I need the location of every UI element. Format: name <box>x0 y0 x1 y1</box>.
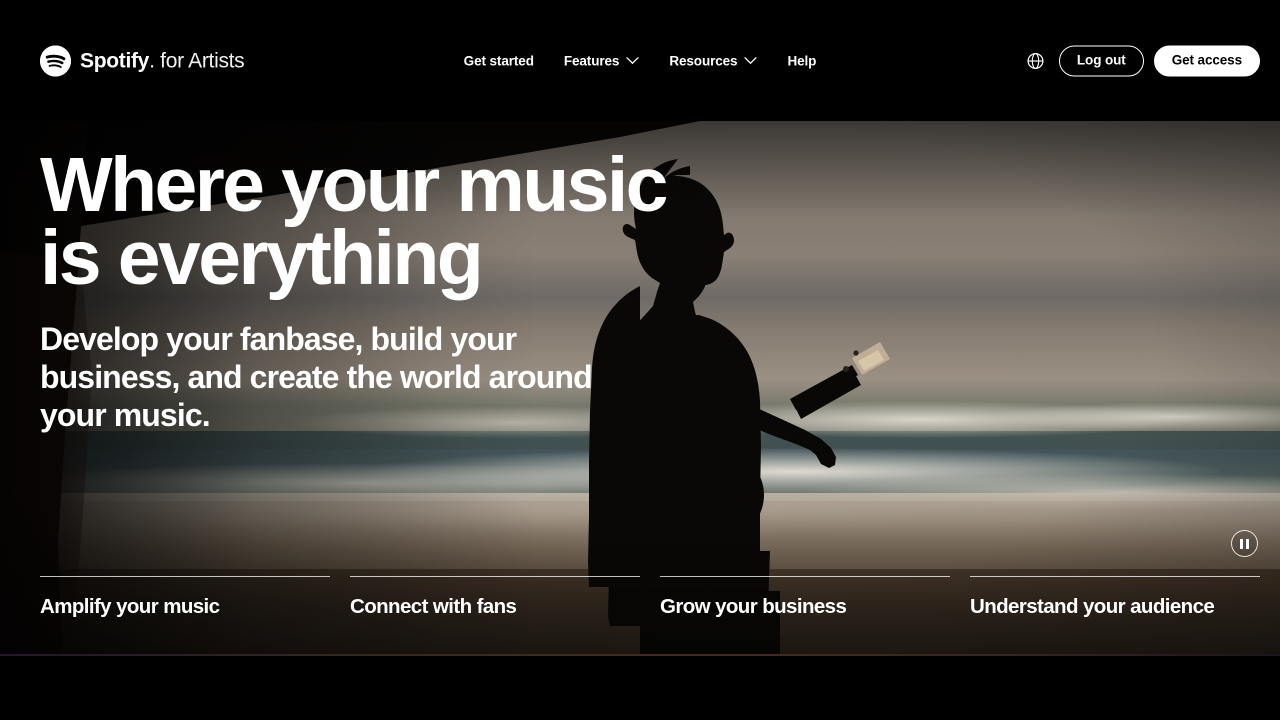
brand-name-for-artists: for Artists <box>160 49 245 72</box>
tab-rule <box>660 576 950 577</box>
brand-logo-link[interactable]: Spotify. for Artists <box>40 45 245 76</box>
pause-icon-bar-right <box>1246 538 1249 549</box>
tab-rule <box>970 576 1260 577</box>
nav-label: Get started <box>463 53 534 68</box>
nav-label: Resources <box>669 53 738 68</box>
tab-understand-your-audience[interactable]: Understand your audience <box>970 576 1260 620</box>
tab-label: Understand your audience <box>970 595 1215 618</box>
language-selector-button[interactable] <box>1023 48 1049 74</box>
spotify-logo-icon <box>40 45 71 76</box>
brand-wordmark: Spotify. for Artists <box>80 49 245 72</box>
tab-label: Grow your business <box>660 595 847 618</box>
tab-label: Amplify your music <box>40 595 220 618</box>
hero-feature-tabs: Amplify your music Connect with fans Gro… <box>40 576 1260 620</box>
nav-label: Features <box>563 53 620 68</box>
pause-video-button[interactable] <box>1231 530 1258 557</box>
headline-line-2: is everything <box>40 215 484 302</box>
chevron-down-icon <box>626 57 639 65</box>
header-actions: Log out Get access <box>1023 45 1260 76</box>
hero-section: Where your music is everything Develop y… <box>0 121 1280 656</box>
pause-icon-bar-left <box>1240 538 1243 549</box>
tab-rule <box>350 576 640 577</box>
nav-label: Help <box>787 53 817 68</box>
tab-connect-with-fans[interactable]: Connect with fans <box>350 576 640 620</box>
globe-icon <box>1027 52 1044 69</box>
tab-amplify-your-music[interactable]: Amplify your music <box>40 576 330 620</box>
brand-name-spotify: Spotify <box>80 49 150 72</box>
tab-rule <box>40 576 330 577</box>
page-below-fold <box>0 656 1280 720</box>
log-out-button[interactable]: Log out <box>1058 45 1144 76</box>
hero-copy: Where your music is everything Develop y… <box>40 147 740 435</box>
chevron-down-icon <box>744 57 758 65</box>
page-title: Where your music is everything <box>40 147 740 297</box>
nav-item-get-started[interactable]: Get started <box>464 53 534 68</box>
nav-item-resources[interactable]: Resources <box>669 53 758 68</box>
nav-item-features[interactable]: Features <box>564 53 639 68</box>
tab-label: Connect with fans <box>350 595 517 618</box>
site-header: Spotify. for Artists Get started Feature… <box>0 0 1280 121</box>
hero-subheadline: Develop your fanbase, build your busines… <box>40 321 593 433</box>
nav-item-help[interactable]: Help <box>787 53 816 68</box>
tab-grow-your-business[interactable]: Grow your business <box>660 576 950 620</box>
get-access-button[interactable]: Get access <box>1153 45 1260 76</box>
